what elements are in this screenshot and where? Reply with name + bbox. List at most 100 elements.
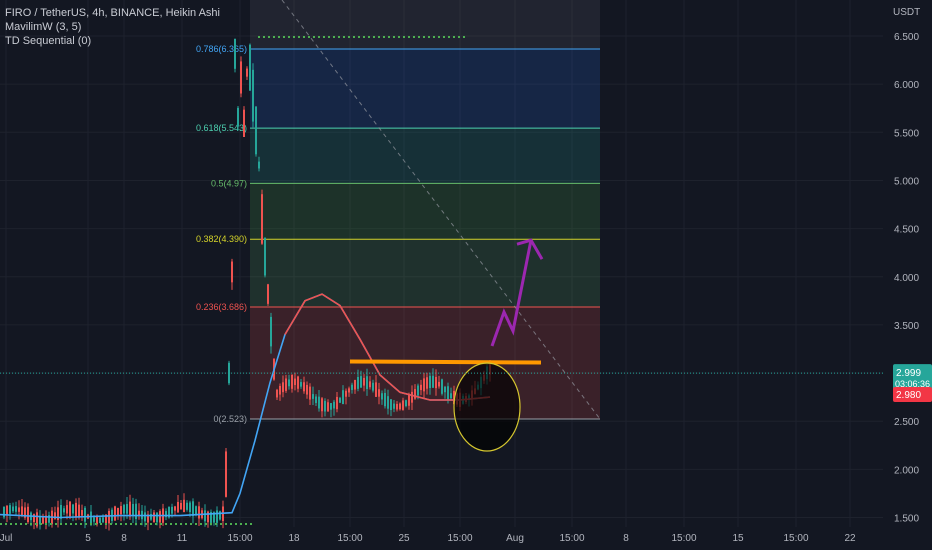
candle-body <box>309 386 311 400</box>
ma-value-label: 2.980 <box>896 390 921 401</box>
candle-body <box>357 376 359 389</box>
candle-body <box>282 382 284 393</box>
candle-body <box>306 384 308 395</box>
fib-band <box>250 49 600 129</box>
candle-body <box>15 506 17 512</box>
chart-legend: FIRO / TetherUS, 4h, BINANCE, Heikin Ash… <box>5 6 220 48</box>
candle-body <box>261 194 263 244</box>
time-tick-label: 11 <box>177 533 188 544</box>
time-tick-label: 15:00 <box>783 533 808 544</box>
price-tick-label: 2.000 <box>894 465 919 476</box>
candle-body <box>342 390 344 405</box>
candle-body <box>294 378 296 386</box>
candle-body <box>114 506 116 521</box>
time-tick-label: 5 <box>85 533 91 544</box>
candle-body <box>12 506 14 512</box>
time-tick-label: Aug <box>506 533 524 544</box>
candle-body <box>315 396 317 403</box>
candle-body <box>237 107 239 127</box>
candle-body <box>399 403 401 410</box>
candle-body <box>159 511 161 523</box>
candle-body <box>33 514 35 522</box>
candle-body <box>117 507 119 516</box>
fib-level-label: 0.5(4.97) <box>211 178 247 188</box>
candle-body <box>279 385 281 395</box>
candle-body <box>189 502 191 513</box>
candle-body <box>231 261 233 283</box>
candle-body <box>435 376 437 389</box>
candle-body <box>66 505 68 514</box>
candle-body <box>99 517 101 524</box>
candle-body <box>387 396 389 409</box>
candle-body <box>192 501 194 517</box>
candle-body <box>402 400 404 410</box>
candle-body <box>396 403 398 410</box>
price-tick-label: 1.500 <box>894 514 919 525</box>
candle-body <box>426 377 428 389</box>
candle-body <box>72 504 74 514</box>
candle-body <box>123 504 125 514</box>
price-chart[interactable]: 0(2.523) 0.236(3.686) 0.382(4.390) 0.5(4.97… <box>0 0 932 550</box>
indicator-td-sequential[interactable]: TD Sequential (0) <box>5 34 220 48</box>
candle-body <box>408 395 410 406</box>
candle-body <box>444 386 446 393</box>
candle-body <box>270 316 272 347</box>
price-tick-label: 5.000 <box>894 176 919 187</box>
candle-body <box>438 381 440 387</box>
candle-body <box>258 161 260 169</box>
indicator-mavilim[interactable]: MavilimW (3, 5) <box>5 20 220 34</box>
candle-body <box>246 68 248 77</box>
candle-body <box>9 505 11 514</box>
time-tick-label: 15:00 <box>671 533 696 544</box>
candle-body <box>180 503 182 510</box>
highlight-circle[interactable] <box>453 362 521 452</box>
candle-body <box>324 400 326 412</box>
candle-body <box>240 61 242 94</box>
candle-body <box>144 512 146 522</box>
price-tick-label: 4.500 <box>894 225 919 236</box>
candle-body <box>420 384 422 391</box>
time-tick-label: 15:00 <box>559 533 584 544</box>
candle-body <box>441 379 443 394</box>
candle-body <box>186 502 188 510</box>
candle-body <box>330 403 332 410</box>
time-tick-label: 18 <box>288 533 300 544</box>
candle-body <box>264 237 266 276</box>
time-tick-label: 15:00 <box>447 533 472 544</box>
candle-body <box>153 512 155 523</box>
candle-body <box>81 510 83 516</box>
candle-body <box>177 501 179 513</box>
symbol-title[interactable]: FIRO / TetherUS, 4h, BINANCE, Heikin Ash… <box>5 6 220 20</box>
candle-body <box>216 510 218 523</box>
candle-body <box>234 38 236 69</box>
candle-body <box>183 499 185 513</box>
candle-body <box>348 388 350 393</box>
candle-body <box>369 381 371 388</box>
candle-body <box>219 511 221 520</box>
fib-level-label: 0.382(4.390) <box>196 234 247 244</box>
candle-body <box>204 510 206 522</box>
candle-body <box>84 507 86 522</box>
resistance-line[interactable] <box>349 359 542 365</box>
candle-body <box>156 512 158 523</box>
price-tick-label: 3.500 <box>894 321 919 332</box>
candle-body <box>381 393 383 400</box>
candle-body <box>78 504 80 518</box>
fib-band <box>250 128 600 184</box>
candle-body <box>318 396 320 409</box>
candle-body <box>63 508 65 513</box>
candle-body <box>120 506 122 515</box>
candle-body <box>423 378 425 392</box>
candle-body <box>333 401 335 409</box>
price-axis[interactable]: USDT1.5002.0002.5003.0003.5004.0004.5005… <box>884 0 932 550</box>
candle-body <box>126 504 128 514</box>
candle-body <box>405 400 407 407</box>
candle-body <box>135 503 137 520</box>
candle-body <box>18 507 20 512</box>
candle-body <box>195 506 197 515</box>
price-tick-label: 4.000 <box>894 273 919 284</box>
candle-body <box>297 376 299 389</box>
candle-body <box>69 501 71 517</box>
candle-body <box>375 382 377 397</box>
candle-body <box>336 396 338 410</box>
